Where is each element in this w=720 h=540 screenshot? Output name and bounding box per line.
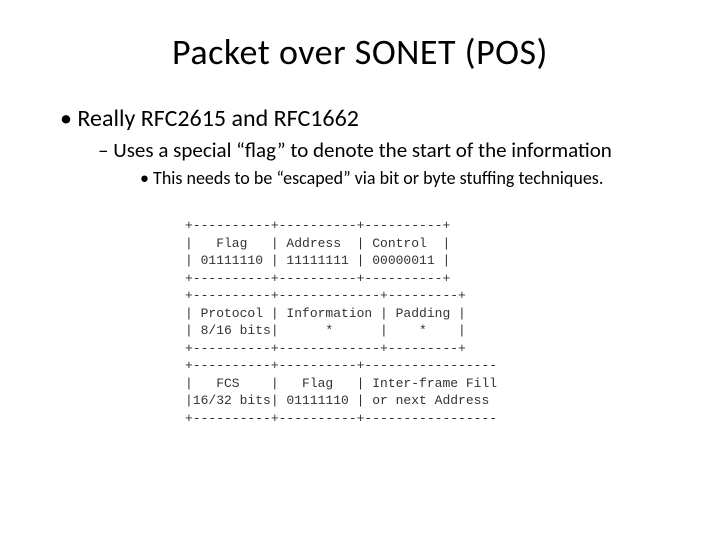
bullet-level-3: This needs to be “escaped” via bit or by…	[140, 167, 670, 189]
diagram-line: +----------+----------+----------+	[185, 218, 450, 233]
diagram-line: | 01111110 | 11111111 | 00000011 |	[185, 253, 450, 268]
diagram-line: | Protocol | Information | Padding |	[185, 306, 466, 321]
frame-diagram: +----------+----------+----------+ | Fla…	[185, 217, 670, 428]
bullet-text: Really RFC2615 and RFC1662	[77, 104, 359, 133]
bullet-text: Uses a special “flag” to denote the star…	[113, 137, 612, 163]
diagram-line: +----------+----------+-----------------	[185, 358, 497, 373]
bullet-level-1: Really RFC2615 and RFC1662	[60, 104, 670, 133]
diagram-line: | Flag | Address | Control |	[185, 236, 450, 251]
diagram-line: | 8/16 bits| * | * |	[185, 323, 466, 338]
diagram-line: +----------+----------+----------+	[185, 271, 450, 286]
bullet-list: Really RFC2615 and RFC1662 Uses a specia…	[50, 104, 670, 189]
diagram-line: |16/32 bits| 01111110 | or next Address	[185, 393, 489, 408]
diagram-line: | FCS | Flag | Inter-frame Fill	[185, 376, 497, 391]
slide: Packet over SONET (POS) Really RFC2615 a…	[0, 0, 720, 540]
diagram-line: +----------+----------+-----------------	[185, 411, 497, 426]
page-title: Packet over SONET (POS)	[50, 30, 670, 74]
diagram-line: +----------+-------------+---------+	[185, 341, 466, 356]
bullet-level-2: Uses a special “flag” to denote the star…	[98, 137, 670, 163]
diagram-line: +----------+-------------+---------+	[185, 288, 466, 303]
bullet-text: This needs to be “escaped” via bit or by…	[153, 167, 603, 189]
